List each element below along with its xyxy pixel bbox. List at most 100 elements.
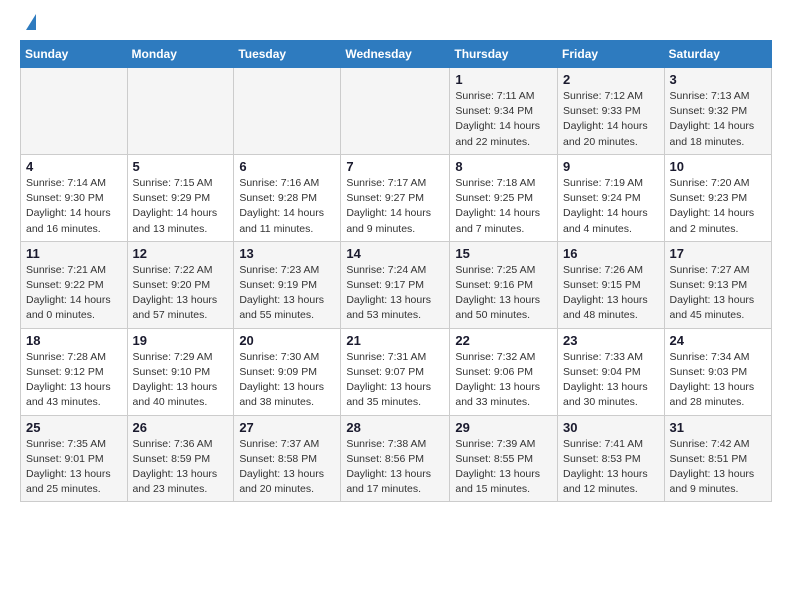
weekday-header-monday: Monday bbox=[127, 41, 234, 68]
day-number: 17 bbox=[670, 246, 766, 261]
calendar-cell: 15Sunrise: 7:25 AM Sunset: 9:16 PM Dayli… bbox=[450, 241, 558, 328]
calendar-cell: 23 Sunrise: 7:33 AM Sunset: 9:04 PM Dayli… bbox=[558, 328, 665, 415]
weekday-header-sunday: Sunday bbox=[21, 41, 128, 68]
day-number: 25 bbox=[26, 420, 122, 435]
calendar-cell: 10 Sunrise: 7:20 AM Sunset: 9:23 PM Dayli… bbox=[664, 154, 771, 241]
day-info: Sunrise: 7:38 AM Sunset: 8:56 PM Dayligh… bbox=[346, 437, 444, 498]
calendar-cell: 8 Sunrise: 7:18 AM Sunset: 9:25 PM Daylig… bbox=[450, 154, 558, 241]
day-number: 23 bbox=[563, 333, 659, 348]
calendar-cell: 22Sunrise: 7:32 AM Sunset: 9:06 PM Dayli… bbox=[450, 328, 558, 415]
day-number: 26 bbox=[133, 420, 229, 435]
day-info: Sunrise: 7:18 AM Sunset: 9:25 PM Dayligh… bbox=[455, 176, 552, 237]
calendar-cell: 31 Sunrise: 7:42 AM Sunset: 8:51 PM Dayli… bbox=[664, 415, 771, 502]
calendar-cell: 25 Sunrise: 7:35 AM Sunset: 9:01 PM Dayli… bbox=[21, 415, 128, 502]
day-number: 24 bbox=[670, 333, 766, 348]
day-number: 8 bbox=[455, 159, 552, 174]
day-number: 9 bbox=[563, 159, 659, 174]
day-info: Sunrise: 7:39 AM Sunset: 8:55 PM Dayligh… bbox=[455, 437, 552, 498]
calendar-cell: 3 Sunrise: 7:13 AM Sunset: 9:32 PM Daylig… bbox=[664, 68, 771, 155]
day-number: 30 bbox=[563, 420, 659, 435]
calendar-week-row: 1 Sunrise: 7:11 AM Sunset: 9:34 PM Daylig… bbox=[21, 68, 772, 155]
day-info: Sunrise: 7:28 AM Sunset: 9:12 PM Dayligh… bbox=[26, 350, 122, 411]
day-info: Sunrise: 7:23 AM Sunset: 9:19 PM Dayligh… bbox=[239, 263, 335, 324]
day-number: 1 bbox=[455, 72, 552, 87]
weekday-header-friday: Friday bbox=[558, 41, 665, 68]
day-number: 19 bbox=[133, 333, 229, 348]
calendar-cell: 26 Sunrise: 7:36 AM Sunset: 8:59 PM Dayli… bbox=[127, 415, 234, 502]
calendar-page: SundayMondayTuesdayWednesdayThursdayFrid… bbox=[0, 0, 792, 518]
day-number: 4 bbox=[26, 159, 122, 174]
calendar-table: SundayMondayTuesdayWednesdayThursdayFrid… bbox=[20, 40, 772, 502]
logo bbox=[20, 16, 36, 30]
day-number: 21 bbox=[346, 333, 444, 348]
calendar-cell: 24 Sunrise: 7:34 AM Sunset: 9:03 PM Dayli… bbox=[664, 328, 771, 415]
calendar-cell: 27 Sunrise: 7:37 AM Sunset: 8:58 PM Dayli… bbox=[234, 415, 341, 502]
day-number: 7 bbox=[346, 159, 444, 174]
weekday-header-tuesday: Tuesday bbox=[234, 41, 341, 68]
day-number: 29 bbox=[455, 420, 552, 435]
calendar-cell: 1 Sunrise: 7:11 AM Sunset: 9:34 PM Daylig… bbox=[450, 68, 558, 155]
day-info: Sunrise: 7:26 AM Sunset: 9:15 PM Dayligh… bbox=[563, 263, 659, 324]
calendar-cell: 9 Sunrise: 7:19 AM Sunset: 9:24 PM Daylig… bbox=[558, 154, 665, 241]
day-info: Sunrise: 7:22 AM Sunset: 9:20 PM Dayligh… bbox=[133, 263, 229, 324]
weekday-header-wednesday: Wednesday bbox=[341, 41, 450, 68]
day-number: 10 bbox=[670, 159, 766, 174]
day-info: Sunrise: 7:32 AM Sunset: 9:06 PM Dayligh… bbox=[455, 350, 552, 411]
day-info: Sunrise: 7:30 AM Sunset: 9:09 PM Dayligh… bbox=[239, 350, 335, 411]
calendar-cell: 17 Sunrise: 7:27 AM Sunset: 9:13 PM Dayli… bbox=[664, 241, 771, 328]
day-number: 18 bbox=[26, 333, 122, 348]
day-info: Sunrise: 7:19 AM Sunset: 9:24 PM Dayligh… bbox=[563, 176, 659, 237]
header bbox=[20, 16, 772, 30]
day-info: Sunrise: 7:16 AM Sunset: 9:28 PM Dayligh… bbox=[239, 176, 335, 237]
calendar-cell: 11Sunrise: 7:21 AM Sunset: 9:22 PM Dayli… bbox=[21, 241, 128, 328]
day-info: Sunrise: 7:12 AM Sunset: 9:33 PM Dayligh… bbox=[563, 89, 659, 150]
weekday-header-row: SundayMondayTuesdayWednesdayThursdayFrid… bbox=[21, 41, 772, 68]
calendar-cell: 30 Sunrise: 7:41 AM Sunset: 8:53 PM Dayli… bbox=[558, 415, 665, 502]
calendar-cell: 5 Sunrise: 7:15 AM Sunset: 9:29 PM Daylig… bbox=[127, 154, 234, 241]
calendar-cell: 20 Sunrise: 7:30 AM Sunset: 9:09 PM Dayli… bbox=[234, 328, 341, 415]
logo-arrow-icon bbox=[26, 14, 36, 30]
calendar-cell bbox=[21, 68, 128, 155]
day-info: Sunrise: 7:42 AM Sunset: 8:51 PM Dayligh… bbox=[670, 437, 766, 498]
calendar-cell: 4Sunrise: 7:14 AM Sunset: 9:30 PM Daylig… bbox=[21, 154, 128, 241]
day-number: 5 bbox=[133, 159, 229, 174]
calendar-cell bbox=[127, 68, 234, 155]
day-info: Sunrise: 7:11 AM Sunset: 9:34 PM Dayligh… bbox=[455, 89, 552, 150]
calendar-cell: 6 Sunrise: 7:16 AM Sunset: 9:28 PM Daylig… bbox=[234, 154, 341, 241]
calendar-cell: 14Sunrise: 7:24 AM Sunset: 9:17 PM Dayli… bbox=[341, 241, 450, 328]
calendar-cell: 13Sunrise: 7:23 AM Sunset: 9:19 PM Dayli… bbox=[234, 241, 341, 328]
calendar-cell bbox=[341, 68, 450, 155]
day-number: 27 bbox=[239, 420, 335, 435]
day-number: 20 bbox=[239, 333, 335, 348]
weekday-header-thursday: Thursday bbox=[450, 41, 558, 68]
calendar-week-row: 18 Sunrise: 7:28 AM Sunset: 9:12 PM Dayli… bbox=[21, 328, 772, 415]
day-info: Sunrise: 7:29 AM Sunset: 9:10 PM Dayligh… bbox=[133, 350, 229, 411]
day-number: 31 bbox=[670, 420, 766, 435]
calendar-week-row: 11Sunrise: 7:21 AM Sunset: 9:22 PM Dayli… bbox=[21, 241, 772, 328]
weekday-header-saturday: Saturday bbox=[664, 41, 771, 68]
calendar-cell: 29 Sunrise: 7:39 AM Sunset: 8:55 PM Dayli… bbox=[450, 415, 558, 502]
day-number: 16 bbox=[563, 246, 659, 261]
day-info: Sunrise: 7:20 AM Sunset: 9:23 PM Dayligh… bbox=[670, 176, 766, 237]
day-info: Sunrise: 7:34 AM Sunset: 9:03 PM Dayligh… bbox=[670, 350, 766, 411]
day-info: Sunrise: 7:27 AM Sunset: 9:13 PM Dayligh… bbox=[670, 263, 766, 324]
day-number: 14 bbox=[346, 246, 444, 261]
day-info: Sunrise: 7:36 AM Sunset: 8:59 PM Dayligh… bbox=[133, 437, 229, 498]
day-info: Sunrise: 7:15 AM Sunset: 9:29 PM Dayligh… bbox=[133, 176, 229, 237]
calendar-cell: 19 Sunrise: 7:29 AM Sunset: 9:10 PM Dayli… bbox=[127, 328, 234, 415]
day-number: 2 bbox=[563, 72, 659, 87]
day-info: Sunrise: 7:25 AM Sunset: 9:16 PM Dayligh… bbox=[455, 263, 552, 324]
day-info: Sunrise: 7:41 AM Sunset: 8:53 PM Dayligh… bbox=[563, 437, 659, 498]
day-info: Sunrise: 7:13 AM Sunset: 9:32 PM Dayligh… bbox=[670, 89, 766, 150]
calendar-cell: 12Sunrise: 7:22 AM Sunset: 9:20 PM Dayli… bbox=[127, 241, 234, 328]
day-number: 6 bbox=[239, 159, 335, 174]
calendar-cell: 7Sunrise: 7:17 AM Sunset: 9:27 PM Daylig… bbox=[341, 154, 450, 241]
calendar-week-row: 4Sunrise: 7:14 AM Sunset: 9:30 PM Daylig… bbox=[21, 154, 772, 241]
day-info: Sunrise: 7:31 AM Sunset: 9:07 PM Dayligh… bbox=[346, 350, 444, 411]
calendar-cell: 21 Sunrise: 7:31 AM Sunset: 9:07 PM Dayli… bbox=[341, 328, 450, 415]
calendar-cell: 18 Sunrise: 7:28 AM Sunset: 9:12 PM Dayli… bbox=[21, 328, 128, 415]
day-info: Sunrise: 7:33 AM Sunset: 9:04 PM Dayligh… bbox=[563, 350, 659, 411]
day-info: Sunrise: 7:35 AM Sunset: 9:01 PM Dayligh… bbox=[26, 437, 122, 498]
day-number: 3 bbox=[670, 72, 766, 87]
day-info: Sunrise: 7:37 AM Sunset: 8:58 PM Dayligh… bbox=[239, 437, 335, 498]
